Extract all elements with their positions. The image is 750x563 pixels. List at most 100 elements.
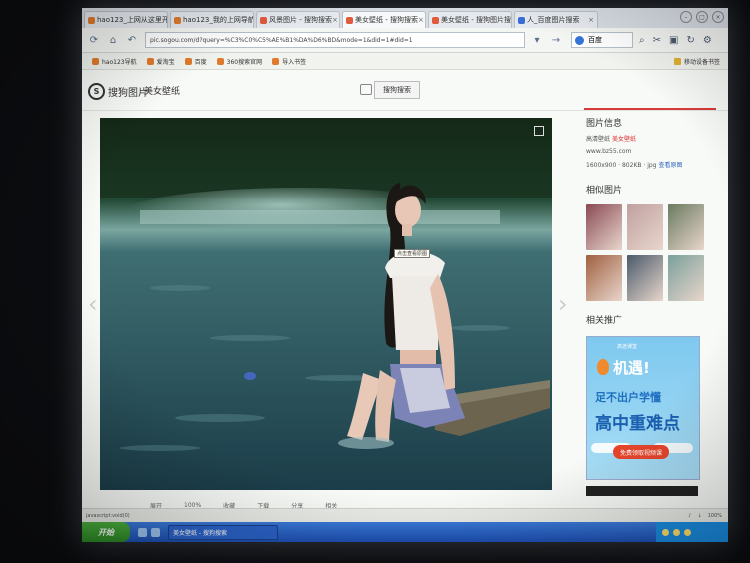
refresh-icon[interactable]: ↻ [686,35,694,46]
similar-image-thumb[interactable] [668,255,704,301]
favicon-icon [518,16,525,24]
browser-search-box[interactable]: 百度 [571,32,633,48]
start-button[interactable]: 开始 [82,522,130,542]
speaker-icon[interactable]: ♪ [688,513,691,519]
view-original-hint[interactable]: 点击查看原图 [394,249,431,258]
favicon-icon [432,16,439,24]
image-viewer[interactable]: 点击查看原图 [100,118,552,490]
bookmark-icon [184,57,192,65]
search-icon[interactable]: ⌕ [639,35,645,46]
search-engine-icon [575,35,584,45]
browser-tab[interactable]: hao123_上网从这里开始× [84,11,168,28]
status-icons: ♪ ↓ 100% [688,513,722,519]
similar-image-thumb[interactable] [668,204,704,250]
balloon-icon [597,359,609,375]
sogou-search-button[interactable]: 搜狗搜索 [374,81,420,99]
sogou-logo[interactable]: S 搜狗图片 [88,83,148,100]
tab-label: 美女壁纸 - 搜狗搜索 [355,16,418,24]
ad-banner[interactable]: 高途课堂 机遇! 足不出户学懂 高中重难点 免费领取视频课 [586,336,700,480]
taskbar-browser-item[interactable]: 美女壁纸 - 搜狗搜索 [168,524,278,540]
window-controls: – □ × [680,11,724,23]
tab-close-icon[interactable]: × [332,16,338,24]
taskbar: 开始 美女壁纸 - 搜狗搜索 [82,522,728,542]
tab-close-icon[interactable]: × [418,16,424,24]
tray-icon[interactable] [684,528,691,536]
camera-icon[interactable] [360,84,372,95]
browser-tab[interactable]: hao123_我的上网导航× [170,11,254,28]
similar-title: 相似图片 [586,186,623,196]
desktop-icon[interactable] [151,527,160,537]
previous-arrow-icon[interactable]: ‹ [88,290,98,318]
sidebar-footer-bar [586,486,698,496]
info-title: 图片信息 [586,119,623,129]
ad-subline: 足不出户学懂 [595,391,661,404]
tab-label: 人_百度图片搜索 [527,16,580,24]
bookmark-icon [92,57,99,65]
image-sidebar: 图片信息 高清壁纸 美女壁纸 www.bz55.com 1600x900 · 8… [586,116,716,516]
toolbar-icons: ⌕ ✂ ▣ ↻ ⚙ [639,35,712,46]
bookmark-item[interactable]: hao123导航 [92,57,137,66]
bookmark-item[interactable]: 百度 [184,57,207,66]
ad-main-text: 高中重难点 [595,414,680,434]
next-arrow-icon[interactable]: › [558,290,568,318]
zoom-level[interactable]: 100% [708,513,722,519]
expand-icon[interactable] [534,126,544,136]
bookmarks-bar: hao123导航 爱淘宝 百度 360搜索官网 导入书签 移动设备书签 [82,53,728,70]
minimize-icon[interactable]: – [680,11,692,23]
address-bar[interactable]: pic.sogou.com/d?query=%C3%C0%C5%AE%B1%DA… [145,32,525,48]
tray-icon[interactable] [673,528,680,536]
search-query[interactable]: 美女壁纸 [144,84,180,97]
source-line: 高清壁纸 美女壁纸 [586,136,636,143]
view-original-link[interactable]: 查看原图 [658,162,682,169]
status-bar: javascript:void(0) ♪ ↓ 100% [82,508,728,522]
similar-images [586,204,716,301]
tab-close-icon[interactable]: × [588,16,594,24]
maximize-icon[interactable]: □ [696,11,708,23]
refresh-icon[interactable]: ⟳ [87,33,101,47]
image-details: 1600x900 · 802KB · jpg 查看原图 [586,162,683,169]
bookmark-icon [216,57,224,65]
extension-icon[interactable]: ▣ [669,35,678,46]
similar-image-thumb[interactable] [627,204,663,250]
tab-label: 风景图片 - 搜狗搜索 [269,16,332,24]
home-icon[interactable]: ⌂ [106,33,120,47]
browser-tab[interactable]: 风景图片 - 搜狗搜索 × [256,11,340,28]
ad-brand: 高途课堂 [617,344,638,350]
ad-headline: 机遇! [613,359,650,377]
similar-image-thumb[interactable] [627,255,663,301]
folder-icon [673,57,681,65]
similar-image-thumb[interactable] [586,255,622,301]
site-url[interactable]: www.bz55.com [586,148,716,155]
forward-icon[interactable]: → [549,33,563,47]
browser-tab[interactable]: 美女壁纸 - 搜狗图片搜索× [428,11,512,28]
cut-icon[interactable]: ✂ [653,35,661,46]
ad-cta-button[interactable]: 免费领取视频课 [613,445,669,459]
navigation-bar: ⟳ ⌂ ↶ pic.sogou.com/d?query=%C3%C0%C5%AE… [82,28,728,53]
bookmark-item[interactable]: 爱淘宝 [146,57,175,66]
dropdown-icon[interactable]: ▾ [530,33,544,47]
bookmark-icon [146,57,154,65]
similar-image-thumb[interactable] [586,204,622,250]
bookmark-icon [272,57,280,65]
favicon-icon [174,16,181,24]
page-content: S 搜狗图片 美女壁纸 搜狗搜索 ‹ 点击查看原图 › 展开 100% 收藏 下… [82,70,728,524]
sogou-logo-icon: S [88,83,105,100]
photo [100,118,552,490]
tab-bar: hao123_上网从这里开始×hao123_我的上网导航×风景图片 - 搜狗搜索… [82,8,728,28]
sogou-header: S 搜狗图片 美女壁纸 搜狗搜索 [82,70,728,111]
bookmark-item[interactable]: 导入书签 [272,57,306,66]
browser-tab[interactable]: 美女壁纸 - 搜狗搜索 × [342,11,426,28]
close-icon[interactable]: × [712,11,724,23]
browser-tab[interactable]: 人_百度图片搜索 × [514,11,598,28]
tray-icon[interactable] [662,528,669,536]
back-icon[interactable]: ↶ [125,33,139,47]
tab-label: 美女壁纸 - 搜狗图片搜索 [441,16,512,24]
favicon-icon [88,16,95,24]
ie-icon[interactable] [138,527,147,537]
mobile-bookmarks[interactable]: 移动设备书签 [673,57,720,66]
settings-icon[interactable]: ⚙ [703,35,712,46]
search-value: 百度 [588,36,602,44]
download-icon[interactable]: ↓ [698,513,702,519]
bookmark-item[interactable]: 360搜索官网 [216,57,262,66]
source-link[interactable]: 美女壁纸 [612,136,636,143]
